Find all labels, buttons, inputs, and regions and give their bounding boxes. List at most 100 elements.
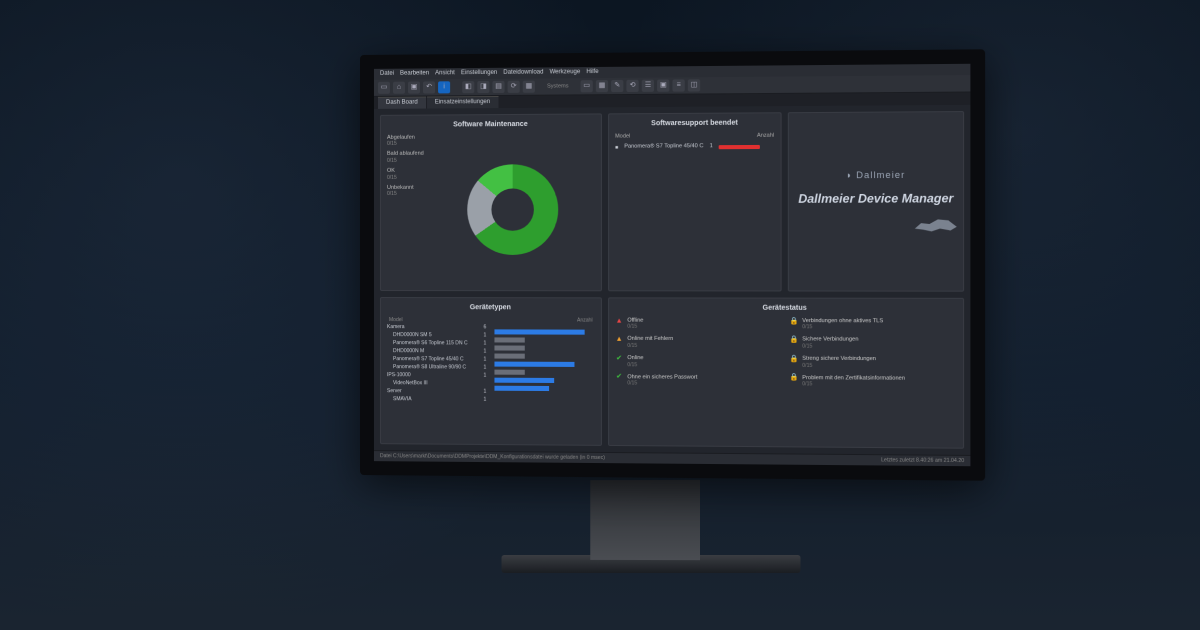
status-count: 0/15	[627, 343, 673, 349]
tree-count: 6	[483, 324, 486, 330]
col-count: Anzahl	[757, 132, 774, 139]
tree-item[interactable]: Panomera® S8 Ultraline 90/90 C	[387, 364, 466, 370]
maintenance-legend: Abgelaufen 0/15 Bald ablaufend 0/15 OK 0…	[387, 134, 424, 284]
undo-icon[interactable]: ↶	[423, 82, 435, 94]
info-icon[interactable]: i	[438, 81, 450, 93]
bar	[494, 385, 549, 390]
tree-count: 1	[483, 396, 486, 402]
status-col-left: ▲ Offline0/15 ▲ Online mit Fehlern0/15 ✔…	[615, 317, 779, 440]
legend-count: 0/15	[387, 158, 424, 164]
panel-device-types: Gerätetypen Model Anzahl Kamera6 DHD0000…	[380, 297, 602, 446]
status-secure-conn: 🔒 Sichere Verbindungen0/15	[790, 337, 957, 350]
status-count: 0/15	[802, 324, 883, 330]
log-icon[interactable]: ≡	[673, 80, 685, 92]
tree-item[interactable]: SMAVIA	[387, 396, 412, 402]
statusbar-path: Datei C:\Users\markt\Documents\DDMProjek…	[380, 453, 605, 461]
tree-count: 1	[483, 388, 486, 394]
dashboard: Software Maintenance Abgelaufen 0/15 Bal…	[374, 105, 970, 455]
maintenance-donut-chart	[467, 164, 558, 255]
folder-icon[interactable]: ▭	[581, 80, 593, 92]
bar	[494, 361, 574, 366]
legend-expired: Abgelaufen 0/15	[387, 134, 424, 147]
tree-item[interactable]: VideoNetBox III	[387, 380, 428, 386]
triangle-red-icon: ▲	[615, 317, 623, 325]
menu-filedownload[interactable]: Dateidownload	[503, 69, 543, 77]
status-count: 0/15	[627, 362, 643, 368]
chart-icon[interactable]: ◫	[688, 79, 700, 91]
status-no-secure-password: ✔ Ohne ein sicheres Passwort0/15	[615, 374, 779, 388]
support-bar	[719, 145, 760, 149]
menu-edit[interactable]: Bearbeiten	[400, 70, 429, 77]
grid-icon[interactable]: ▦	[596, 80, 608, 92]
new-icon[interactable]: ▭	[378, 82, 390, 94]
tree-count: 1	[483, 356, 486, 362]
check-green-icon: ✔	[615, 355, 623, 363]
tab-dashboard[interactable]: Dash Board	[378, 97, 426, 110]
tool-b-icon[interactable]: ◨	[477, 81, 489, 93]
lock-icon: 🔒	[790, 375, 798, 383]
status-online: ✔ Online0/15	[615, 355, 779, 368]
clip-icon[interactable]: ▣	[657, 80, 669, 92]
brand-logo: Dallmeier	[846, 170, 905, 181]
sync-icon[interactable]: ⟲	[627, 80, 639, 92]
legend-count: 0/15	[387, 174, 424, 180]
tree-item[interactable]: IPS-10000	[387, 372, 411, 378]
panel-brand: Dallmeier Dallmeier Device Manager	[788, 111, 964, 292]
product-title: Dallmeier Device Manager	[798, 191, 953, 206]
bar	[494, 377, 554, 382]
lock-icon: 🔒	[790, 337, 798, 345]
bar	[494, 369, 524, 374]
tree-item[interactable]: Server	[387, 388, 402, 394]
edit-icon[interactable]: ✎	[611, 80, 623, 92]
legend-unknown: Unbekannt 0/15	[387, 184, 424, 197]
tree-count: 1	[483, 348, 486, 354]
tree-item[interactable]: Kamera	[387, 324, 405, 330]
panther-icon	[915, 216, 957, 235]
tree-item[interactable]: Panomera® S6 Topline 115 DN C	[387, 340, 468, 346]
status-cert-problem: 🔒 Problem mit den Zertifikatsinformation…	[790, 375, 957, 389]
status-count: 0/15	[802, 381, 905, 388]
bar	[494, 329, 584, 334]
status-no-tls: 🔒 Verbindungen ohne aktives TLS0/15	[790, 318, 957, 331]
monitor-stand	[590, 480, 700, 560]
support-row: ■ Panomera® S7 Topline 45/40 C 1	[615, 143, 774, 151]
tree-item[interactable]: DHD0000N M	[387, 348, 424, 354]
menu-settings[interactable]: Einstellungen	[461, 70, 497, 78]
status-count: 0/15	[627, 380, 697, 386]
tool-c-icon[interactable]: ▤	[492, 81, 504, 93]
open-icon[interactable]: ⌂	[393, 82, 405, 94]
tool-a-icon[interactable]: ◧	[462, 81, 474, 93]
tab-deployment-settings[interactable]: Einsatzeinstellungen	[427, 96, 499, 109]
tree-count: 1	[483, 372, 486, 378]
status-count: 0/15	[802, 343, 858, 349]
device-tree[interactable]: Kamera 6 DHD0000N SM 5 1 Panomera® S6 Topl…	[387, 323, 486, 438]
toolbar-section-label: Systems	[547, 83, 568, 90]
monitor-frame: Datei Bearbeiten Ansicht Einstellungen D…	[360, 49, 985, 480]
save-icon[interactable]: ▣	[408, 82, 420, 94]
check-green-icon: ✔	[615, 374, 623, 382]
bar	[494, 353, 524, 358]
menu-file[interactable]: Datei	[380, 71, 394, 78]
tree-count: 1	[483, 332, 486, 338]
panel-title: Softwaresupport beendet	[615, 120, 774, 129]
support-count: 1	[710, 144, 713, 151]
support-model: Panomera® S7 Topline 45/40 C	[624, 144, 703, 151]
bar	[494, 345, 524, 350]
menu-tools[interactable]: Werkzeuge	[550, 69, 581, 77]
panel-device-status: Gerätestatus ▲ Offline0/15 ▲ Online mit …	[608, 298, 964, 449]
app-window: Datei Bearbeiten Ansicht Einstellungen D…	[374, 64, 970, 466]
device-type-bars	[494, 323, 594, 439]
tree-item[interactable]: Panomera® S7 Topline 45/40 C	[387, 356, 464, 362]
tree-item[interactable]: DHD0000N SM 5	[387, 332, 432, 338]
refresh-icon[interactable]: ⟳	[508, 81, 520, 93]
menu-help[interactable]: Hilfe	[586, 69, 598, 76]
status-online-with-errors: ▲ Online mit Fehlern0/15	[615, 336, 779, 349]
panel-title: Gerätestatus	[615, 305, 957, 314]
status-count: 0/15	[627, 324, 643, 330]
panel-software-maintenance: Software Maintenance Abgelaufen 0/15 Bal…	[380, 114, 602, 292]
tool-d-icon[interactable]: ▦	[523, 81, 535, 93]
bar	[494, 337, 524, 342]
list-icon[interactable]: ☰	[642, 80, 654, 92]
menu-view[interactable]: Ansicht	[435, 70, 455, 77]
legend-expiring-soon: Bald ablaufend 0/15	[387, 151, 424, 164]
